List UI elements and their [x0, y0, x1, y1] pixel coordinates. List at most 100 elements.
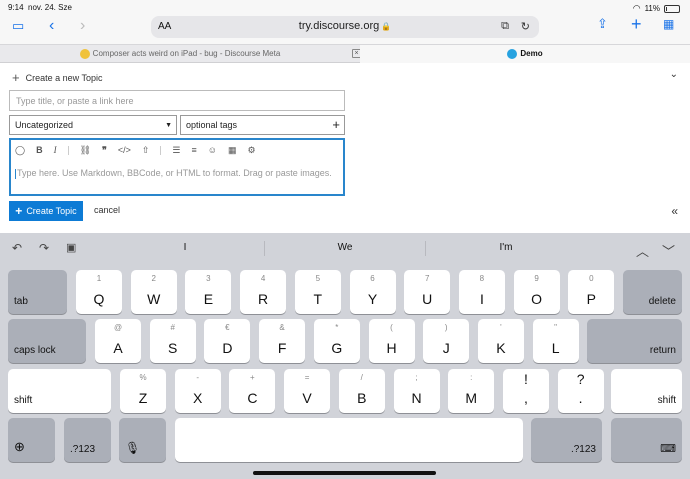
space-bar[interactable] — [175, 418, 523, 462]
speech-bubble-icon[interactable]: ◯ — [15, 145, 25, 156]
key-label: I — [479, 291, 484, 307]
tags-select[interactable]: optional tags + — [180, 115, 345, 135]
key-label: R — [258, 291, 269, 307]
composer-action-label: Create a new Topic — [25, 72, 103, 83]
key-d[interactable]: € D — [204, 319, 251, 363]
chevron-up-icon[interactable]: ︿ — [636, 241, 649, 260]
new-tab-plus-icon[interactable]: + — [631, 14, 642, 35]
hide-keyboard-key[interactable]: ⌨ — [611, 418, 682, 462]
category-select[interactable]: Uncategorized ▼ — [9, 115, 177, 135]
shift-key-right[interactable]: shift — [611, 369, 682, 413]
paste-icon[interactable]: ▣ — [66, 241, 76, 254]
key-m[interactable]: :M — [448, 369, 495, 413]
key-r[interactable]: 4R — [240, 270, 287, 314]
chevron-down-icon[interactable]: ⌄ — [670, 69, 678, 80]
key-i[interactable]: 8I — [458, 270, 505, 314]
key-label: U — [422, 291, 433, 307]
prediction-2[interactable]: We — [315, 242, 375, 253]
tabs-grid-icon[interactable]: ▦ — [663, 17, 674, 31]
tab-key[interactable]: tab — [8, 270, 67, 314]
emoji-icon[interactable]: ☺ — [208, 145, 217, 155]
prediction-1[interactable]: I — [155, 242, 215, 253]
key-alt-label: @ — [113, 323, 123, 332]
quote-icon[interactable]: ❞ — [102, 145, 107, 156]
key-alt-label: ) — [444, 323, 448, 332]
tags-placeholder: optional tags — [186, 120, 238, 130]
return-key[interactable]: return — [587, 319, 682, 363]
cancel-link[interactable]: cancel — [94, 205, 120, 215]
battery-percent: 11% — [644, 4, 660, 13]
code-icon[interactable]: </> — [118, 145, 131, 155]
numbers-key-left[interactable]: .?123 — [64, 418, 111, 462]
key-o[interactable]: 9O — [513, 270, 560, 314]
key-comma[interactable]: !, — [502, 369, 549, 413]
key-f[interactable]: & F — [259, 319, 306, 363]
key-alt-label: 7 — [424, 274, 430, 283]
key-z[interactable]: % Z — [120, 369, 166, 413]
key-e[interactable]: 3E — [185, 270, 232, 314]
calendar-icon[interactable]: ▦ — [228, 145, 237, 156]
sidebar-icon[interactable]: ▭ — [12, 18, 24, 34]
composer-editor[interactable]: ◯ B I ⛓ ❞ </> ⇧ ☰ ≡ ☺ ▦ ⚙ Type here. Use… — [9, 138, 345, 196]
redo-icon[interactable]: ↷ — [39, 241, 49, 255]
key-p[interactable]: 0P — [568, 270, 615, 314]
translate-icon[interactable]: ⧉ — [501, 20, 509, 33]
key-y[interactable]: 6Y — [349, 270, 396, 314]
share-icon[interactable]: ⇪ — [597, 16, 608, 32]
status-right: ◠ 11% — [633, 3, 680, 14]
numbers-key-right[interactable]: .?123 — [531, 418, 602, 462]
key-w[interactable]: 2W — [130, 270, 177, 314]
numbers-key-label: .?123 — [70, 444, 96, 455]
key-b[interactable]: / B — [338, 369, 385, 413]
prediction-3[interactable]: I'm — [476, 242, 536, 253]
key-h[interactable]: (H — [368, 319, 415, 363]
key-j[interactable]: ) J — [423, 319, 470, 363]
forward-icon[interactable]: › — [80, 17, 85, 35]
topic-title-input[interactable] — [9, 90, 345, 111]
key-k[interactable]: ' K — [477, 319, 524, 363]
globe-key[interactable]: ⊕ — [8, 418, 55, 462]
back-icon[interactable]: ‹ — [49, 17, 54, 35]
caps-lock-key[interactable]: caps lock — [8, 319, 86, 363]
key-q[interactable]: 1Q — [76, 270, 122, 314]
status-time-date: 9:14 nov. 24. Sze — [8, 3, 72, 12]
key-v[interactable]: = V — [284, 369, 331, 413]
key-a[interactable]: @ A — [95, 319, 141, 363]
editor-textarea[interactable]: Type here. Use Markdown, BBCode, or HTML… — [15, 168, 332, 179]
delete-key[interactable]: delete — [623, 270, 682, 314]
numbered-list-icon[interactable]: ≡ — [192, 145, 197, 155]
italic-icon[interactable]: I — [54, 145, 57, 155]
prediction-divider — [425, 241, 426, 256]
shift-label: shift — [657, 395, 676, 406]
discourse-meta-favicon — [79, 48, 90, 59]
key-c[interactable]: + C — [229, 369, 276, 413]
chevron-down-icon[interactable]: ﹀ — [662, 241, 675, 260]
key-x[interactable]: -X — [174, 369, 221, 413]
upload-icon[interactable]: ⇧ — [142, 145, 150, 156]
bullet-list-icon[interactable]: ☰ — [172, 145, 180, 156]
key-l[interactable]: " L — [532, 319, 579, 363]
tab-demo[interactable]: Demo — [360, 45, 690, 63]
shift-key-left[interactable]: shift — [8, 369, 111, 413]
toggle-preview-icon[interactable]: « — [671, 204, 678, 218]
key-t[interactable]: 5T — [294, 270, 341, 314]
key-label: Y — [367, 291, 378, 307]
gear-icon[interactable]: ⚙ — [247, 145, 255, 156]
text-caret — [15, 168, 16, 179]
address-bar[interactable]: AA try.discourse.org 🔒 ⧉ ↻ — [151, 16, 539, 38]
create-topic-button[interactable]: + Create Topic — [9, 201, 83, 221]
reload-icon[interactable]: ↻ — [521, 20, 530, 33]
key-alt-label: + — [250, 373, 255, 382]
key-s[interactable]: # S — [149, 319, 196, 363]
key-g[interactable]: * G — [313, 319, 360, 363]
undo-icon[interactable]: ↶ — [12, 241, 22, 255]
key-period[interactable]: ?. — [557, 369, 604, 413]
link-icon[interactable]: ⛓ — [80, 145, 91, 156]
key-alt-label: 4 — [260, 274, 266, 283]
bold-icon[interactable]: B — [36, 145, 43, 155]
tab-discourse-meta[interactable]: Composer acts weird on iPad - bug - Disc… — [0, 45, 360, 63]
key-u[interactable]: 7U — [404, 270, 451, 314]
composer: + Create a new Topic ⌄ Uncategorized ▼ o… — [0, 63, 690, 233]
key-n[interactable]: ; N — [393, 369, 440, 413]
dictation-key[interactable]: 🎙 — [119, 418, 166, 462]
